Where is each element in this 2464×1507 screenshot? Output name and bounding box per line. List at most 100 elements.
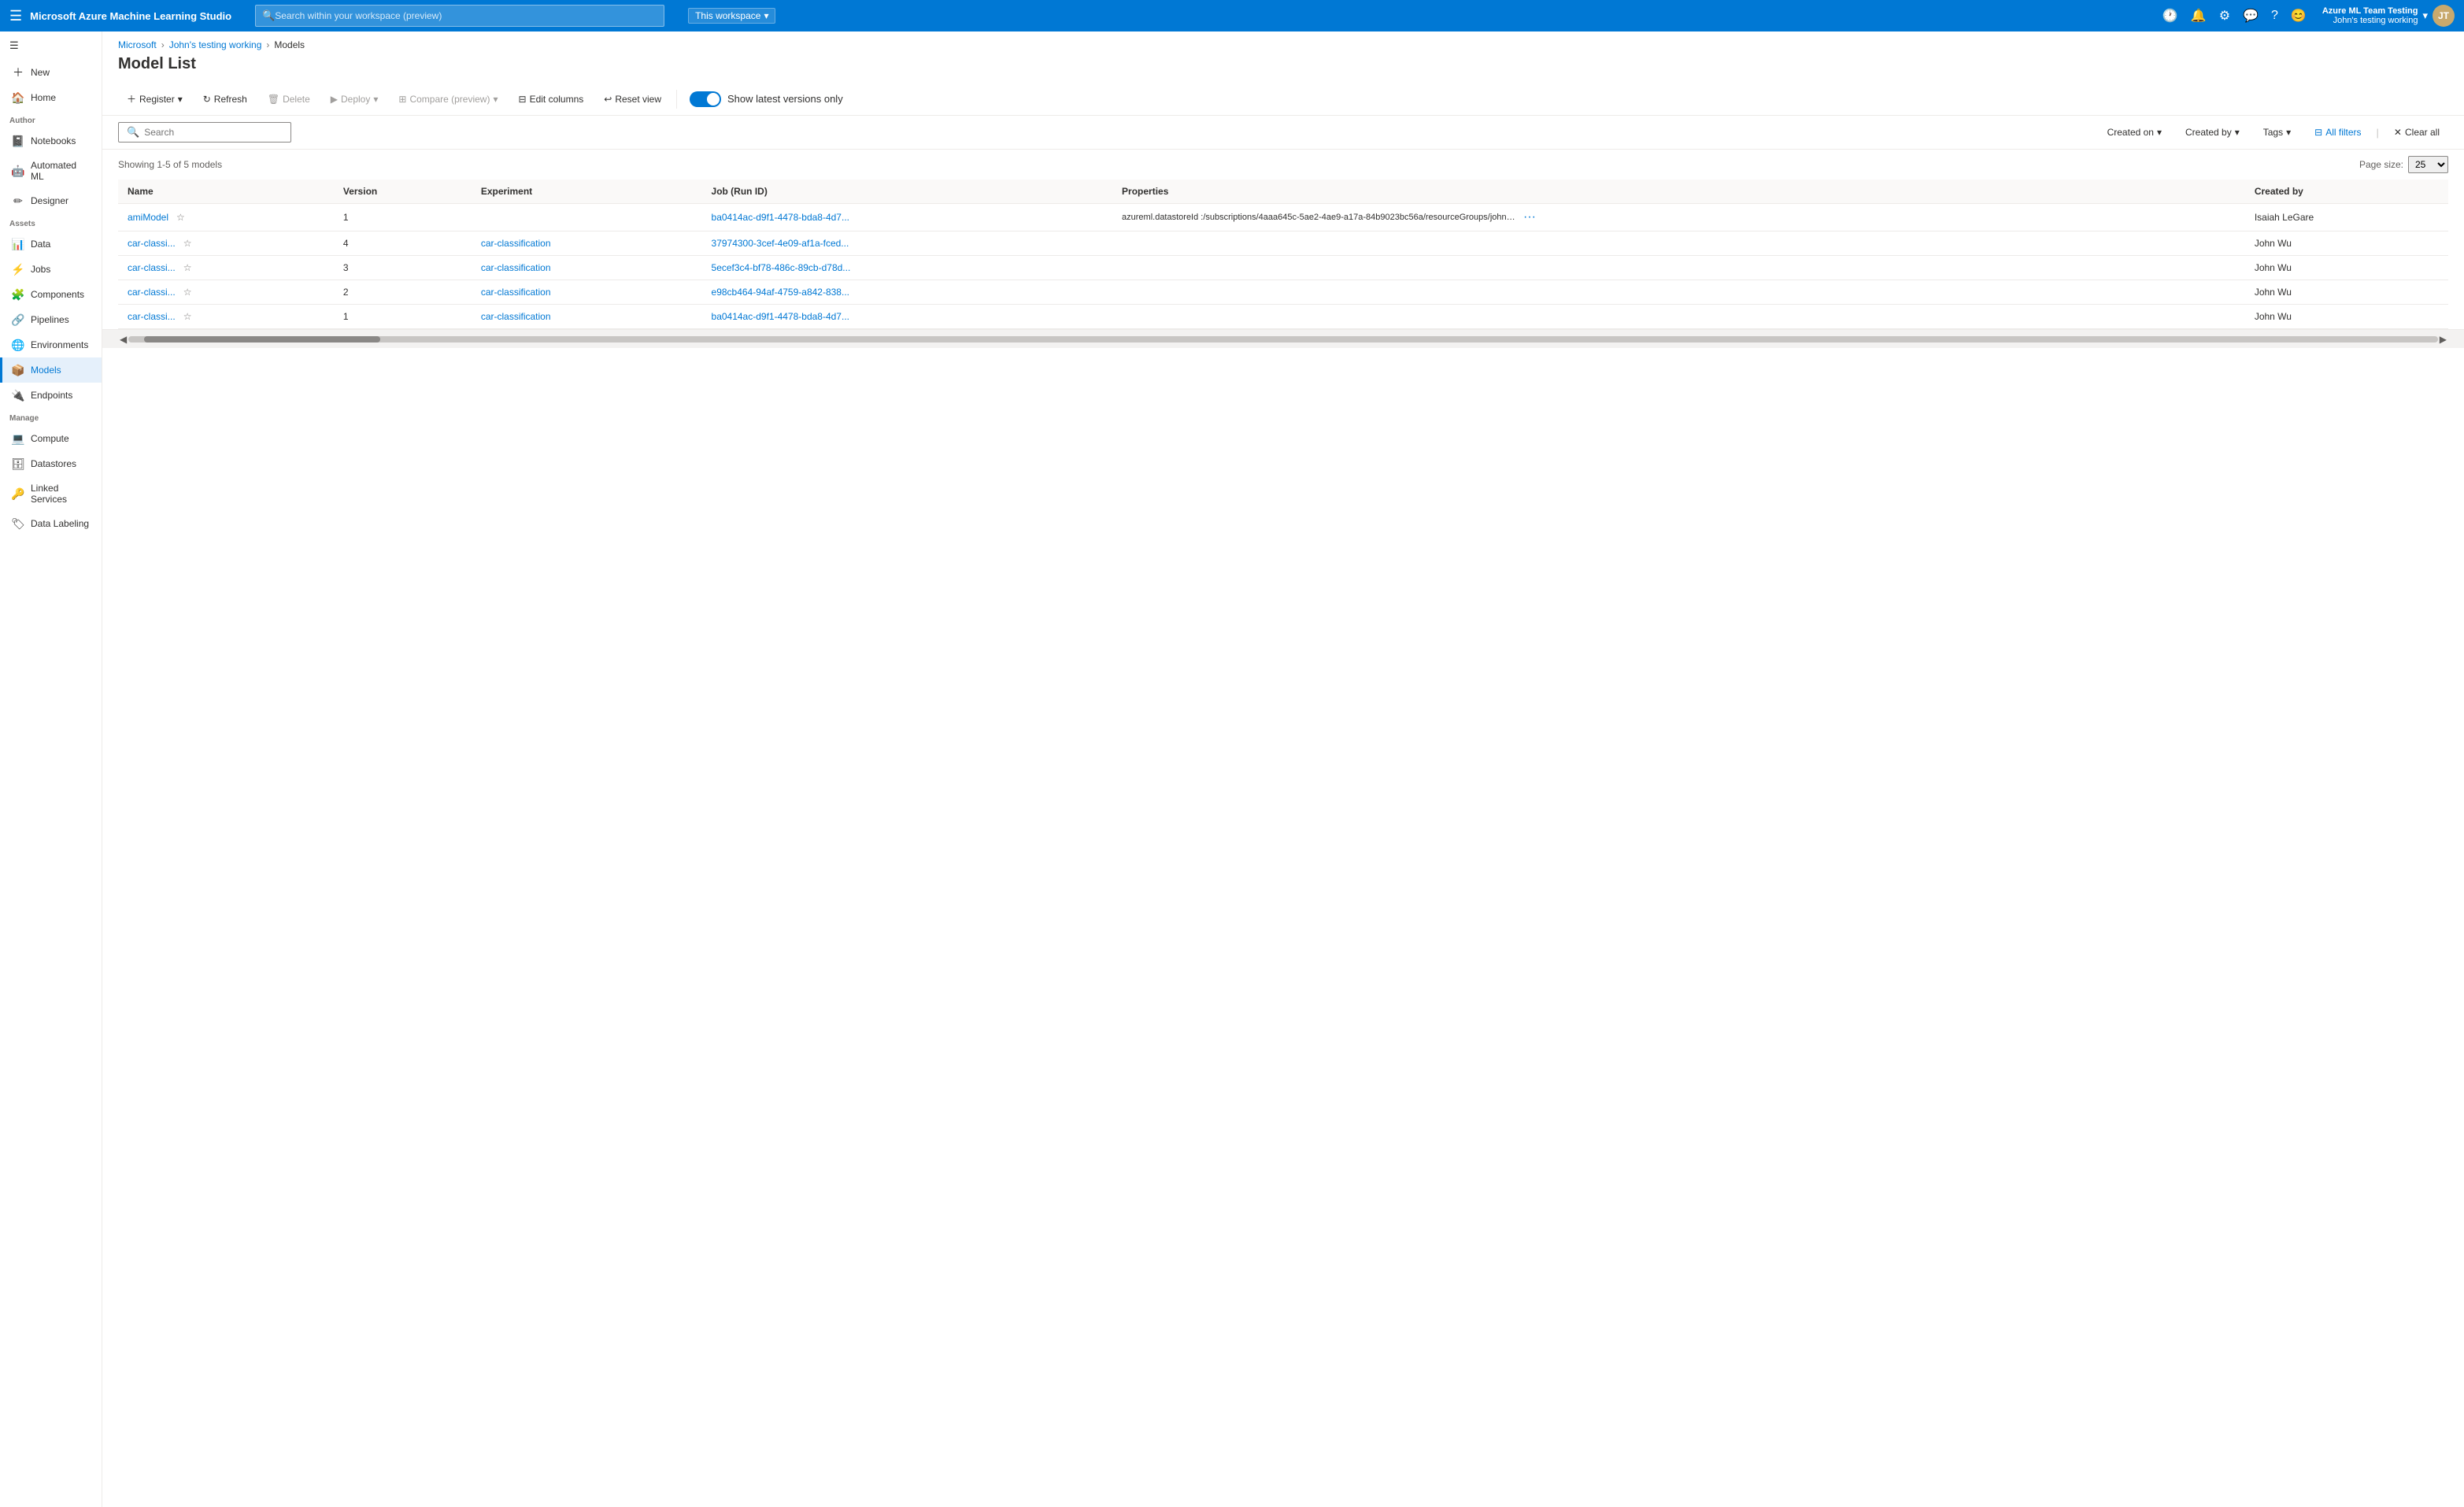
feedback-icon[interactable]: 💬: [2240, 5, 2262, 27]
star-icon[interactable]: ☆: [183, 262, 192, 273]
compare-icon: ⊞: [398, 94, 406, 105]
col-header-version[interactable]: Version: [334, 180, 472, 204]
sidebar-item-designer[interactable]: ✏ Designer: [0, 188, 102, 213]
models-icon: 📦: [12, 364, 24, 376]
sidebar-jobs-label: Jobs: [31, 264, 50, 275]
workspace-selector[interactable]: This workspace ▾: [688, 8, 775, 24]
history-icon[interactable]: 🕐: [2159, 5, 2181, 27]
star-icon[interactable]: ☆: [183, 238, 192, 249]
sidebar-item-models[interactable]: 📦 Models: [0, 357, 102, 383]
workspace-chevron-icon: ▾: [764, 10, 768, 21]
search-icon: 🔍: [262, 9, 275, 22]
job-run-id-link[interactable]: ba0414ac-d9f1-4478-bda8-4d7...: [712, 212, 849, 223]
table-body: amiModel ☆ 1 ba0414ac-d9f1-4478-bda8-4d7…: [118, 204, 2448, 329]
sidebar-models-label: Models: [31, 365, 61, 376]
search-box-icon: 🔍: [127, 126, 139, 139]
reset-view-button[interactable]: ↩ Reset view: [595, 89, 670, 109]
cell-name: car-classi... ☆: [118, 231, 334, 256]
sidebar-item-pipelines[interactable]: 🔗 Pipelines: [0, 307, 102, 332]
model-name-link[interactable]: car-classi...: [128, 311, 176, 322]
col-header-name[interactable]: Name: [118, 180, 334, 204]
sidebar-item-jobs[interactable]: ⚡ Jobs: [0, 257, 102, 282]
col-header-job-run-id[interactable]: Job (Run ID): [702, 180, 1113, 204]
edit-columns-button[interactable]: ⊟ Edit columns: [510, 89, 593, 109]
menu-icon[interactable]: ☰: [9, 8, 22, 24]
star-icon[interactable]: ☆: [183, 287, 192, 298]
face-icon[interactable]: 😊: [2288, 5, 2310, 27]
tags-filter[interactable]: Tags ▾: [2255, 123, 2299, 142]
page-size-select[interactable]: 25 50 100: [2408, 156, 2448, 173]
compare-button[interactable]: ⊞ Compare (preview) ▾: [390, 89, 506, 109]
col-header-created-by[interactable]: Created by: [2245, 180, 2448, 204]
model-name-link[interactable]: car-classi...: [128, 238, 176, 249]
search-input[interactable]: [144, 127, 283, 138]
sidebar-item-data-labeling[interactable]: 🏷 Data Labeling: [0, 511, 102, 536]
delete-button[interactable]: 🗑 Delete: [259, 89, 319, 109]
sidebar-item-automated-ml[interactable]: 🤖 Automated ML: [0, 154, 102, 188]
model-name-link[interactable]: car-classi...: [128, 287, 176, 298]
search-box[interactable]: 🔍: [118, 122, 291, 143]
experiment-link[interactable]: car-classification: [481, 262, 551, 273]
more-button[interactable]: ···: [1520, 210, 1539, 224]
scroll-thumb[interactable]: [144, 336, 380, 342]
star-icon[interactable]: ☆: [183, 311, 192, 322]
model-name-link[interactable]: car-classi...: [128, 262, 176, 273]
sidebar-item-environments[interactable]: 🌐 Environments: [0, 332, 102, 357]
clear-all-button[interactable]: ✕ Clear all: [2385, 123, 2448, 142]
sidebar-item-home[interactable]: 🏠 Home: [0, 85, 102, 110]
sidebar-item-notebooks[interactable]: 📓 Notebooks: [0, 128, 102, 154]
jobs-icon: ⚡: [12, 263, 24, 276]
workspace-label: This workspace: [695, 10, 760, 21]
experiment-link[interactable]: car-classification: [481, 287, 551, 298]
avatar[interactable]: JT: [2433, 5, 2455, 27]
job-run-id-link[interactable]: e98cb464-94af-4759-a842-838...: [712, 287, 849, 298]
settings-icon[interactable]: ⚙: [2216, 5, 2233, 27]
scroll-right-arrow[interactable]: ▶: [2438, 332, 2448, 346]
sidebar-item-data[interactable]: 📊 Data: [0, 231, 102, 257]
col-header-properties[interactable]: Properties: [1112, 180, 2245, 204]
user-name: Azure ML Team Testing: [2322, 6, 2418, 16]
col-header-experiment[interactable]: Experiment: [472, 180, 702, 204]
breadcrumb-workspace[interactable]: John's testing working: [169, 39, 262, 50]
deploy-chevron-icon: ▾: [373, 94, 378, 105]
job-run-id-link[interactable]: 5ecef3c4-bf78-486c-89cb-d78d...: [712, 262, 851, 273]
global-search-input[interactable]: [275, 10, 657, 21]
show-latest-label: Show latest versions only: [727, 93, 843, 105]
show-latest-toggle[interactable]: [690, 91, 721, 107]
all-filters-button[interactable]: ⊟ All filters: [2306, 123, 2370, 142]
job-run-id-link[interactable]: ba0414ac-d9f1-4478-bda8-4d7...: [712, 311, 849, 322]
clear-all-label: Clear all: [2405, 127, 2440, 138]
sidebar-item-linked-services[interactable]: 🔑 Linked Services: [0, 476, 102, 511]
created-by-filter[interactable]: Created by ▾: [2177, 123, 2248, 142]
model-name-link[interactable]: amiModel: [128, 212, 168, 223]
endpoints-icon: 🔌: [12, 389, 24, 402]
hamburger-button[interactable]: ☰: [0, 31, 102, 60]
experiment-link[interactable]: car-classification: [481, 311, 551, 322]
created-on-filter[interactable]: Created on ▾: [2099, 123, 2170, 142]
refresh-button[interactable]: ↻ Refresh: [194, 89, 256, 109]
table-row: amiModel ☆ 1 ba0414ac-d9f1-4478-bda8-4d7…: [118, 204, 2448, 231]
star-icon[interactable]: ☆: [176, 212, 185, 223]
register-button[interactable]: ＋ Register ▾: [118, 87, 191, 110]
job-run-id-link[interactable]: 37974300-3cef-4e09-af1a-fced...: [712, 238, 849, 249]
breadcrumb-microsoft[interactable]: Microsoft: [118, 39, 157, 50]
deploy-button[interactable]: ▶ Deploy ▾: [322, 89, 387, 109]
user-chevron-icon[interactable]: ▾: [2422, 9, 2428, 22]
sidebar-item-endpoints[interactable]: 🔌 Endpoints: [0, 383, 102, 408]
notifications-icon[interactable]: 🔔: [2188, 5, 2210, 27]
scroll-track[interactable]: [128, 336, 2438, 342]
help-icon[interactable]: ?: [2268, 6, 2281, 26]
global-search[interactable]: 🔍: [255, 5, 664, 27]
sidebar-automated-ml-label: Automated ML: [31, 160, 92, 182]
experiment-link[interactable]: car-classification: [481, 238, 551, 249]
sidebar-item-components[interactable]: 🧩 Components: [0, 282, 102, 307]
register-chevron-icon: ▾: [178, 94, 183, 105]
sidebar-item-datastores[interactable]: 🗄 Datastores: [0, 451, 102, 476]
scroll-left-arrow[interactable]: ◀: [118, 332, 128, 346]
cell-properties: [1112, 280, 2245, 305]
sidebar-item-new[interactable]: ＋ New: [0, 60, 102, 85]
reset-view-label: Reset view: [615, 94, 661, 105]
col-properties-label: Properties: [1122, 186, 1168, 197]
page-size-label: Page size:: [2359, 159, 2403, 170]
sidebar-item-compute[interactable]: 💻 Compute: [0, 426, 102, 451]
